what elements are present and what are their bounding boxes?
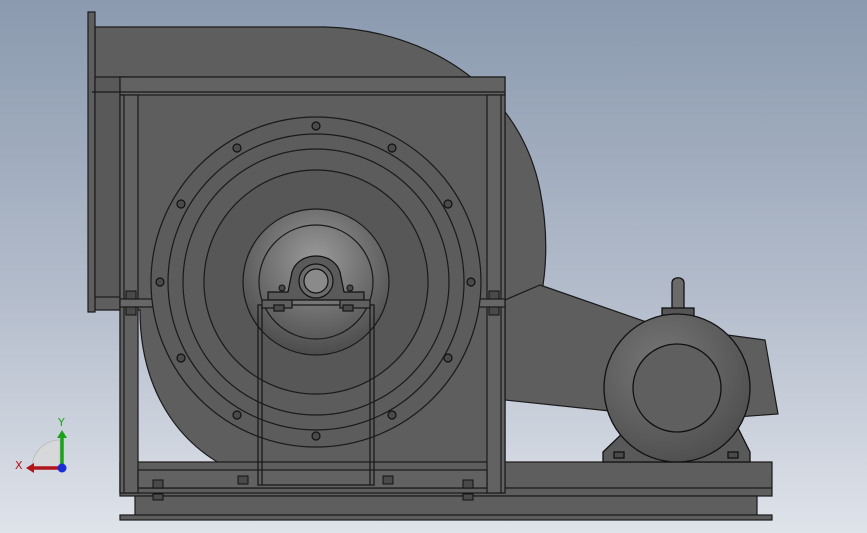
outlet-flange [87, 11, 96, 313]
x-axis-label: X [15, 459, 23, 472]
base-frame-bottom [134, 495, 758, 517]
motor-eye-bolt [671, 277, 685, 313]
motor-end-cap [632, 343, 722, 433]
motor-foot-bolt-right [727, 451, 739, 459]
coordinate-triad[interactable]: Y X [12, 412, 82, 482]
base-rail-foot [119, 514, 773, 521]
centrifugal-fan-model[interactable] [0, 0, 867, 533]
z-axis-dot [57, 463, 67, 473]
y-axis-label: Y [57, 416, 65, 429]
cad-viewport[interactable]: Y X [0, 0, 867, 533]
motor-foot-bolt-left [613, 451, 625, 459]
